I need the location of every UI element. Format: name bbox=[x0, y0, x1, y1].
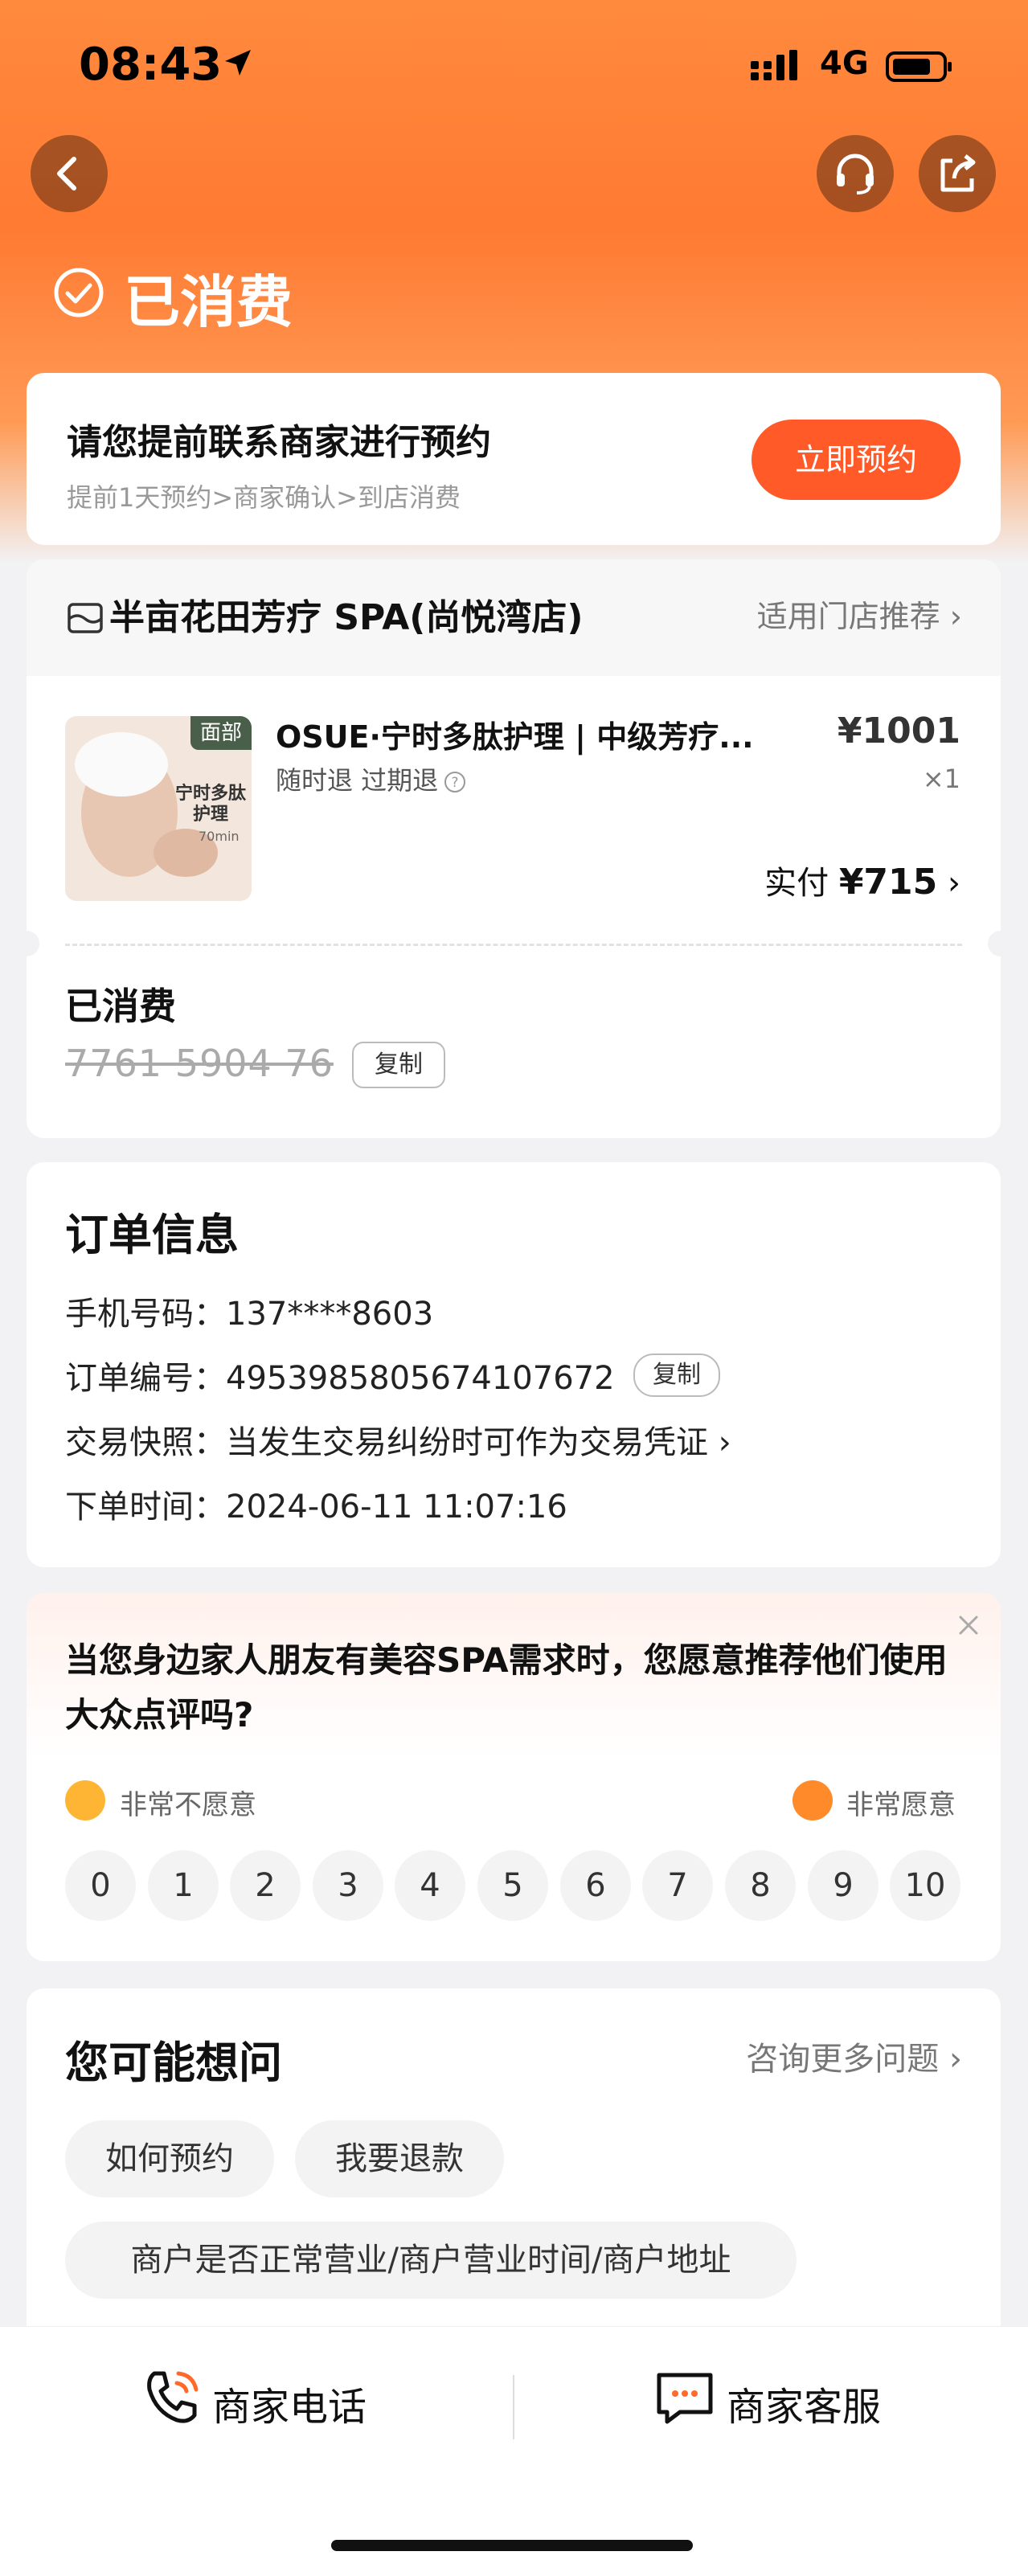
image-caption: 宁时多肽护理 bbox=[174, 784, 246, 825]
bottom-action-bar: 商家电话 商家客服 bbox=[0, 2326, 1028, 2576]
more-questions-text: 咨询更多问题 bbox=[746, 2041, 940, 2078]
low-score-label: 非常不愿意 bbox=[120, 1789, 256, 1821]
order-number-row: 订单编号：4953985805674107672 bbox=[65, 1352, 615, 1399]
applicable-stores-link[interactable]: 适用门店推荐 › bbox=[757, 592, 962, 636]
status-bar: 08:43 4G bbox=[0, 0, 1028, 137]
nps-survey-card: 当您身边家人朋友有美容SPA需求时，您愿意推荐他们使用大众点评吗? 非常不愿意 … bbox=[27, 1593, 1001, 1961]
score-7[interactable]: 7 bbox=[642, 1850, 713, 1921]
sad-face-icon bbox=[65, 1780, 105, 1820]
battery-icon bbox=[886, 51, 952, 82]
voucher-code: 7761 5904 76 bbox=[65, 1042, 334, 1085]
paid-label: 实付 bbox=[764, 865, 829, 902]
merchant-service-button[interactable]: 商家客服 bbox=[727, 2375, 881, 2431]
score-3[interactable]: 3 bbox=[313, 1850, 383, 1921]
order-info-title: 订单信息 bbox=[65, 1210, 239, 1260]
image-duration: 70min bbox=[199, 829, 240, 844]
booking-card: 请您提前联系商家进行预约 提前1天预约>商家确认>到店消费 立即预约 bbox=[27, 373, 1001, 545]
question-circle-icon[interactable]: ? bbox=[443, 770, 467, 794]
ticket-notch-right bbox=[988, 931, 1014, 956]
back-button[interactable] bbox=[31, 135, 108, 212]
merchant-phone-button[interactable]: 商家电话 bbox=[212, 2375, 367, 2431]
score-6[interactable]: 6 bbox=[560, 1850, 631, 1921]
chevron-left-icon bbox=[57, 157, 76, 190]
faq-card: 您可能想问 咨询更多问题 › 如何预约 我要退款 商户是否正常营业/商户营业时间… bbox=[27, 1988, 1001, 2358]
phone-icon bbox=[147, 2371, 199, 2423]
product-title[interactable]: OSUE·宁时多肽护理 | 中级芳疗... bbox=[276, 712, 822, 756]
shop-header[interactable]: 半亩花田芳疗 SPA(尚悦湾店) 适用门店推荐 › bbox=[27, 559, 1001, 676]
product-card: 半亩花田芳疗 SPA(尚悦湾店) 适用门店推荐 › 面部 宁时多肽护理 70mi… bbox=[14, 559, 1014, 1138]
phone-label: 手机号码： bbox=[65, 1296, 226, 1333]
home-indicator bbox=[331, 2540, 693, 2551]
paid-amount[interactable]: 实付 ¥715 › bbox=[764, 857, 960, 903]
book-now-button[interactable]: 立即预约 bbox=[752, 420, 960, 500]
phone-value: 137****8603 bbox=[226, 1296, 434, 1333]
order-time-row: 下单时间：2024-06-11 11:07:16 bbox=[65, 1480, 567, 1527]
score-2[interactable]: 2 bbox=[230, 1850, 301, 1921]
faq-item-business-hours[interactable]: 商户是否正常营业/商户营业时间/商户地址 bbox=[65, 2222, 797, 2299]
bar-divider bbox=[513, 2375, 514, 2439]
transaction-snapshot-row[interactable]: 交易快照：当发生交易纠纷时可作为交易凭证 › bbox=[65, 1416, 731, 1463]
booking-prompt: 请您提前联系商家进行预约 bbox=[67, 422, 491, 463]
snapshot-value: 当发生交易纠纷时可作为交易凭证 bbox=[226, 1424, 708, 1461]
category-tag: 面部 bbox=[190, 716, 252, 750]
booking-steps: 提前1天预约>商家确认>到店消费 bbox=[67, 482, 461, 513]
faq-title: 您可能想问 bbox=[65, 2037, 282, 2088]
svg-text:?: ? bbox=[452, 775, 459, 791]
customer-service-button[interactable] bbox=[817, 135, 894, 212]
score-4[interactable]: 4 bbox=[395, 1850, 465, 1921]
score-10[interactable]: 10 bbox=[890, 1850, 960, 1921]
faq-item-refund[interactable]: 我要退款 bbox=[295, 2120, 504, 2197]
score-0[interactable]: 0 bbox=[65, 1850, 136, 1921]
shop-name: 半亩花田芳疗 SPA(尚悦湾店) bbox=[109, 597, 584, 638]
survey-question: 当您身边家人朋友有美容SPA需求时，您愿意推荐他们使用大众点评吗? bbox=[65, 1640, 948, 1734]
divider bbox=[65, 944, 962, 946]
happy-face-icon bbox=[793, 1780, 833, 1820]
score-1[interactable]: 1 bbox=[148, 1850, 219, 1921]
refund-policy-text: 随时退 过期退 bbox=[276, 765, 439, 796]
quantity: ×1 bbox=[922, 764, 960, 794]
score-5[interactable]: 5 bbox=[477, 1850, 548, 1921]
order-info-card: 订单信息 手机号码：137****8603 订单编号：4953985805674… bbox=[27, 1162, 1001, 1567]
location-arrow-icon bbox=[225, 50, 251, 76]
check-circle-icon bbox=[54, 268, 104, 317]
refund-policy: 随时退 过期退? bbox=[276, 760, 467, 797]
original-price: ¥1001 bbox=[837, 711, 960, 752]
share-button[interactable] bbox=[919, 135, 996, 212]
chat-bubble-icon bbox=[657, 2373, 713, 2424]
copy-order-number-button[interactable]: 复制 bbox=[633, 1354, 720, 1397]
order-time-label: 下单时间： bbox=[65, 1489, 226, 1526]
ticket-notch-left bbox=[14, 931, 39, 956]
score-9[interactable]: 9 bbox=[808, 1850, 879, 1921]
order-time-value: 2024-06-11 11:07:16 bbox=[226, 1489, 567, 1526]
product-image[interactable]: 面部 宁时多肽护理 70min bbox=[65, 716, 252, 901]
network-type: 4G bbox=[820, 45, 869, 82]
score-8[interactable]: 8 bbox=[725, 1850, 796, 1921]
more-questions-link[interactable]: 咨询更多问题 › bbox=[746, 2033, 962, 2079]
order-number-value: 4953985805674107672 bbox=[226, 1360, 615, 1397]
paid-value: ¥715 bbox=[838, 862, 938, 903]
copy-voucher-button[interactable]: 复制 bbox=[352, 1042, 445, 1088]
status-time: 08:43 bbox=[79, 39, 223, 91]
share-icon bbox=[940, 154, 976, 192]
headset-icon bbox=[837, 154, 874, 195]
phone-row: 手机号码：137****8603 bbox=[65, 1288, 433, 1334]
voucher-status: 已消费 bbox=[65, 985, 176, 1028]
snapshot-label: 交易快照： bbox=[65, 1424, 226, 1461]
store-icon bbox=[68, 603, 103, 633]
order-status-title: 已消费 bbox=[124, 269, 293, 335]
faq-item-booking[interactable]: 如何预约 bbox=[65, 2120, 274, 2197]
signal-icon bbox=[751, 50, 797, 80]
high-score-label: 非常愿意 bbox=[846, 1789, 956, 1821]
order-number-label: 订单编号： bbox=[65, 1360, 226, 1397]
